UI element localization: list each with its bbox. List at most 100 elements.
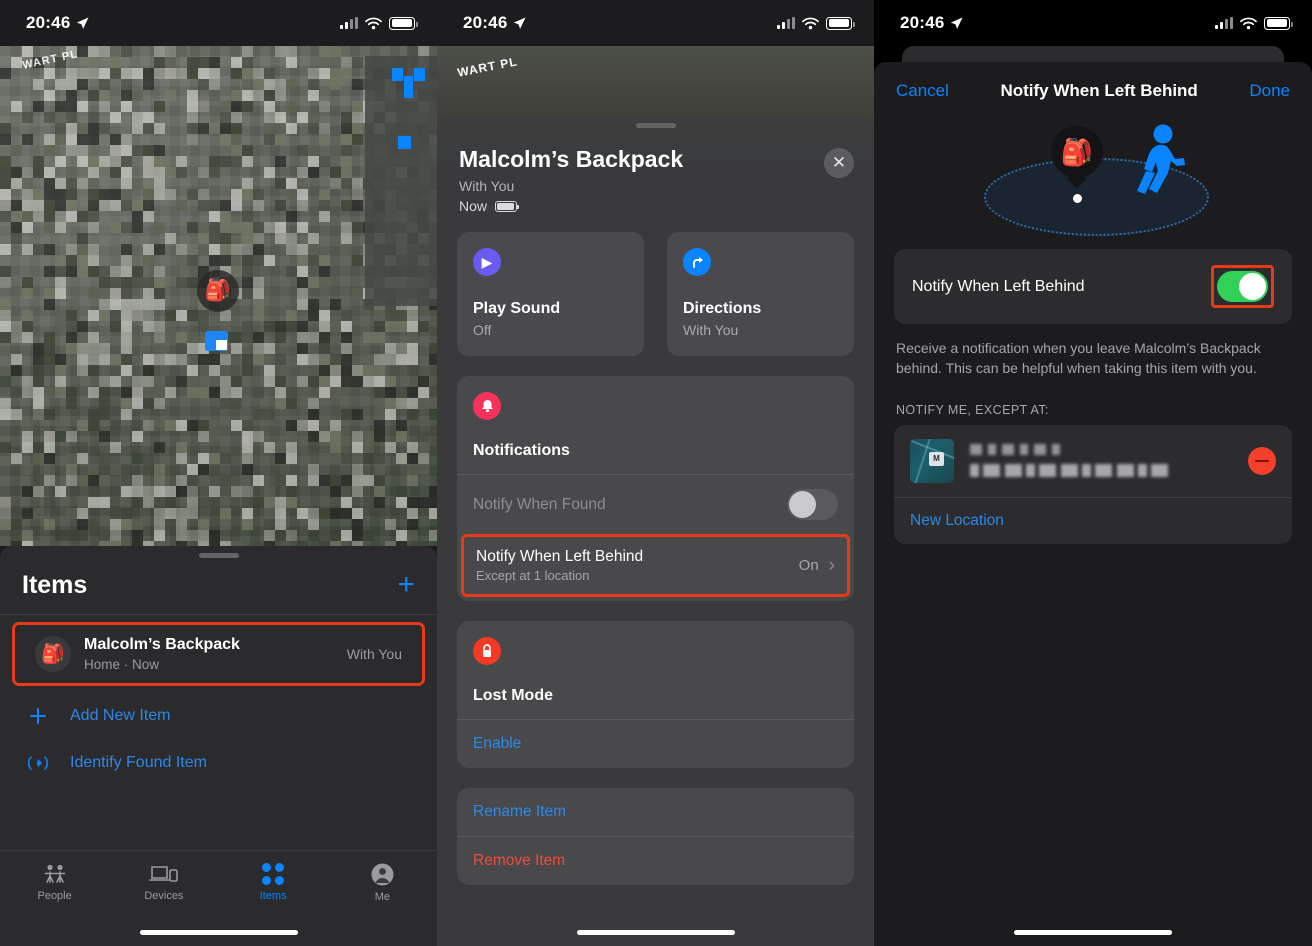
panel-item-detail: WART PL Malcolm’s Backpack With You Now … <box>437 0 874 946</box>
modal-title: Notify When Left Behind <box>1000 81 1198 100</box>
action-cards: ▶ Play Sound Off Directions With You <box>437 224 874 356</box>
play-sound-card[interactable]: ▶ Play Sound Off <box>457 232 644 356</box>
rename-item-button[interactable]: Rename Item <box>457 788 854 836</box>
notify-when-left-behind-sublabel: Except at 1 location <box>476 568 590 583</box>
notify-when-found-row[interactable]: Notify When Found <box>457 474 854 534</box>
new-location-button[interactable]: New Location <box>894 496 1292 544</box>
add-item-button[interactable]: + <box>397 570 415 600</box>
wifi-icon <box>1240 17 1257 29</box>
notify-toggle-highlight <box>1211 265 1274 308</box>
directions-card[interactable]: Directions With You <box>667 232 854 356</box>
item-status: With You <box>459 178 515 194</box>
map-street-label: WART PL <box>456 54 519 80</box>
item-detail-sheet: Malcolm’s Backpack With You Now ✕ ▶ Play… <box>437 116 874 946</box>
location-arrow-icon <box>951 17 963 29</box>
notify-toggle-label: Notify When Left Behind <box>912 277 1085 295</box>
status-left: 20:46 <box>900 13 963 33</box>
cellular-signal-icon <box>1214 17 1233 29</box>
wifi-icon <box>802 17 819 29</box>
tab-people[interactable]: People <box>0 863 109 902</box>
notify-when-found-toggle[interactable] <box>787 489 838 520</box>
lock-icon <box>473 637 501 665</box>
status-left: 20:46 <box>463 13 526 33</box>
add-new-item-row[interactable]: Add New Item <box>0 693 437 739</box>
cellular-signal-icon <box>776 17 795 29</box>
notify-when-left-behind-label: Notify When Left Behind <box>476 548 644 565</box>
map-thumbnail-icon: M <box>910 438 954 483</box>
backpack-pin-icon[interactable]: 🎒 <box>197 270 239 312</box>
modal-description: Receive a notification when you leave Ma… <box>896 340 1261 377</box>
cancel-button[interactable]: Cancel <box>896 81 949 101</box>
home-indicator <box>576 930 735 935</box>
notify-when-left-behind-value: On <box>798 557 819 574</box>
location-list-item[interactable]: M <box>894 425 1292 497</box>
modal-nav-bar: Cancel Notify When Left Behind Done <box>874 62 1312 120</box>
notifications-title: Notifications <box>473 442 570 459</box>
map-overlay-panel <box>365 56 437 306</box>
notify-toggle-row[interactable]: Notify When Left Behind <box>894 249 1292 324</box>
map-badge: M <box>929 451 944 466</box>
location-arrow-icon <box>77 17 89 29</box>
panel-items-list: WART PL 🎒 Items + 🎒 Malcolm’s Backpack H… <box>0 0 437 946</box>
wifi-icon <box>365 17 382 29</box>
tab-bar: People Devices Items Me <box>0 850 437 946</box>
notify-when-left-behind-toggle[interactable] <box>1217 271 1268 302</box>
chevron-right-icon: › <box>828 554 835 576</box>
identify-found-item-row[interactable]: Identify Found Item <box>0 739 437 787</box>
bell-icon <box>473 392 501 420</box>
tab-devices[interactable]: Devices <box>109 863 218 902</box>
status-bar: 20:46 <box>437 0 874 46</box>
item-timestamp-row: Now <box>459 198 852 214</box>
home-indicator <box>139 930 298 935</box>
status-right <box>776 16 855 30</box>
battery-icon <box>826 16 855 30</box>
notify-when-left-behind-row[interactable]: Notify When Left Behind Except at 1 loca… <box>461 534 850 597</box>
status-time: 20:46 <box>463 13 508 32</box>
plus-icon <box>26 707 50 725</box>
list-item-text: Malcolm’s Backpack Home · Now <box>84 636 334 672</box>
close-icon[interactable]: ✕ <box>824 148 854 178</box>
satellite-map[interactable]: WART PL 🎒 <box>0 46 437 546</box>
status-time: 20:46 <box>900 13 945 32</box>
tab-items-label: Items <box>259 890 287 902</box>
map-control-icon-bottom[interactable] <box>398 136 411 149</box>
panel-notify-settings: 20:46 Cancel Notify When Left Behind Don… <box>874 0 1312 946</box>
items-dots-icon <box>262 863 285 885</box>
status-bar: 20:46 <box>0 0 437 46</box>
add-new-item-label: Add New Item <box>70 707 171 724</box>
lost-mode-title: Lost Mode <box>473 687 553 704</box>
three-panel-screenshot: WART PL 🎒 Items + 🎒 Malcolm’s Backpack H… <box>0 0 1312 946</box>
lost-mode-enable-button[interactable]: Enable <box>457 719 854 768</box>
notify-when-found-label: Notify When Found <box>473 495 606 513</box>
play-icon: ▶ <box>473 248 501 276</box>
user-location-marker-icon <box>205 331 228 351</box>
location-address-redacted <box>970 464 1170 478</box>
tab-items[interactable]: Items <box>219 863 328 902</box>
map-control-icon-top[interactable] <box>392 68 425 98</box>
divider <box>0 614 437 615</box>
walking-person-icon <box>1129 124 1193 211</box>
tab-devices-label: Devices <box>144 890 184 902</box>
minus-circle-icon[interactable] <box>1248 446 1276 475</box>
item-timestamp: Now <box>459 198 488 214</box>
location-text-redacted <box>970 444 1232 478</box>
signal-waves-icon <box>26 753 50 773</box>
directions-subtitle: With You <box>683 322 739 338</box>
status-right <box>1214 16 1293 30</box>
items-header: Items + <box>0 558 437 614</box>
tab-me-label: Me <box>374 891 391 903</box>
battery-icon <box>389 16 418 30</box>
play-sound-subtitle: Off <box>473 322 492 338</box>
done-button[interactable]: Done <box>1249 81 1290 101</box>
status-time: 20:46 <box>26 13 71 32</box>
status-bar: 20:46 <box>874 0 1312 46</box>
item-actions-group: Rename Item Remove Item <box>457 788 854 885</box>
item-title: Malcolm’s Backpack <box>459 146 684 172</box>
location-dot-icon <box>1073 194 1082 203</box>
tab-me[interactable]: Me <box>328 863 437 903</box>
lost-mode-group: Lost Mode Enable <box>457 621 854 768</box>
list-item-status: With You <box>346 646 402 662</box>
list-item-malcolms-backpack[interactable]: 🎒 Malcolm’s Backpack Home · Now With You <box>12 622 425 686</box>
location-name-redacted <box>970 444 1062 456</box>
remove-item-button[interactable]: Remove Item <box>457 836 854 885</box>
